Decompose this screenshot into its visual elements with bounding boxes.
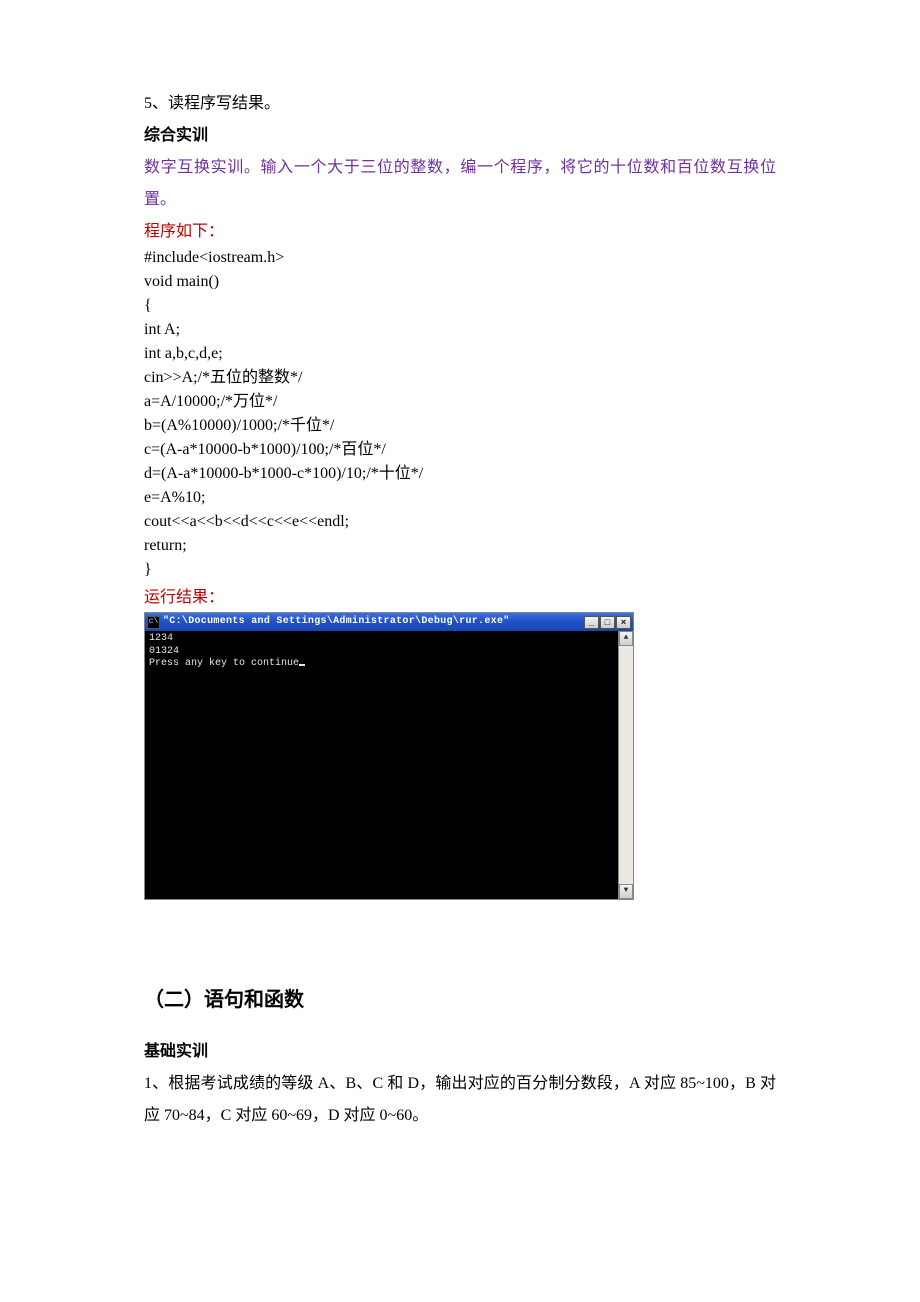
scroll-down-button[interactable]: ▼ xyxy=(619,884,633,899)
cursor-icon xyxy=(299,664,305,666)
document-page: 5、读程序写结果。 综合实训 数字互换实训。输入一个大于三位的整数，编一个程序，… xyxy=(0,0,920,1212)
heading-comprehensive-training: 综合实训 xyxy=(144,120,776,152)
window-titlebar: c\ "C:\Documents and Settings\Administra… xyxy=(145,613,633,631)
exercise-item-5: 5、读程序写结果。 xyxy=(144,88,776,120)
minimize-button[interactable]: _ xyxy=(584,616,599,629)
console-window: c\ "C:\Documents and Settings\Administra… xyxy=(144,612,634,900)
exercise-description: 数字互换实训。输入一个大于三位的整数，编一个程序，将它的十位数和百位数互换位置。 xyxy=(144,152,776,216)
run-result-label: 运行结果： xyxy=(144,586,776,610)
exercise-2-1: 1、根据考试成绩的等级 A、B、C 和 D，输出对应的百分制分数段，A 对应 8… xyxy=(144,1068,776,1132)
section-2-heading: （二）语句和函数 xyxy=(144,980,776,1020)
heading-basic-training: 基础实训 xyxy=(144,1036,776,1068)
window-controls: _ □ × xyxy=(583,616,631,629)
maximize-button[interactable]: □ xyxy=(600,616,615,629)
code-label: 程序如下： xyxy=(144,220,776,244)
console-output: 1234 01324 Press any key to continue xyxy=(145,631,618,899)
window-title: "C:\Documents and Settings\Administrator… xyxy=(163,612,583,632)
scroll-up-button[interactable]: ▲ xyxy=(619,631,633,646)
cmd-icon: c\ xyxy=(147,616,160,629)
vertical-scrollbar[interactable]: ▲ ▼ xyxy=(618,631,633,899)
cpp-source-code: #include<iostream.h> void main() { int A… xyxy=(144,246,776,582)
close-button[interactable]: × xyxy=(616,616,631,629)
scroll-track[interactable] xyxy=(619,646,633,884)
console-body: 1234 01324 Press any key to continue ▲ ▼ xyxy=(145,631,633,899)
